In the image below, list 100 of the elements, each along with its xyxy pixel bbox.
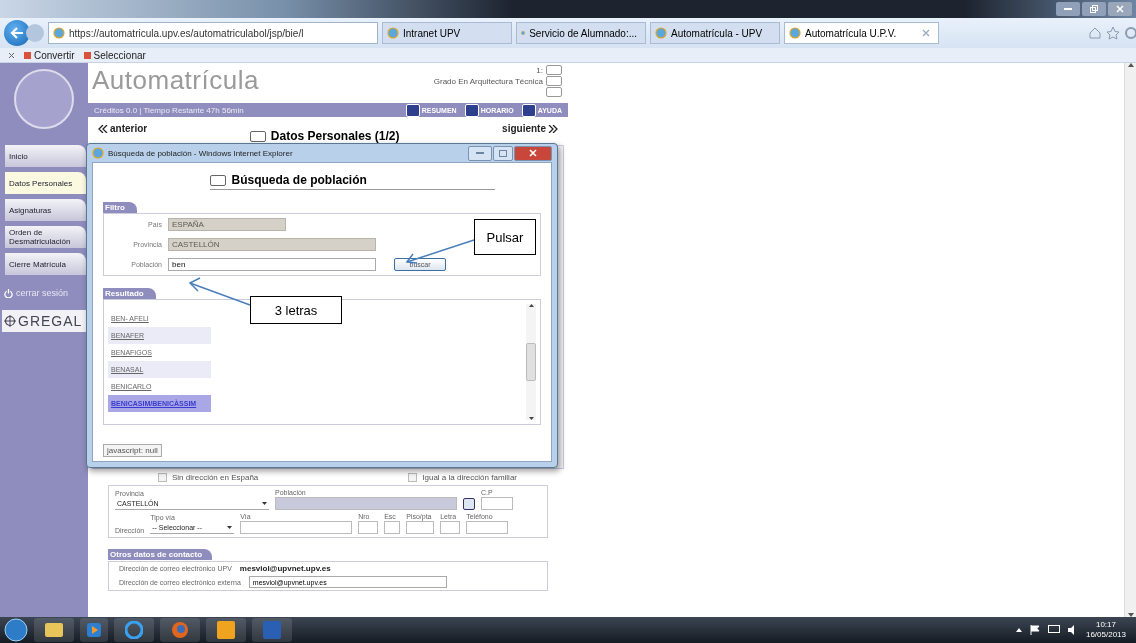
chevron-icon	[548, 124, 558, 133]
globe-icon	[655, 27, 667, 39]
settings-icon[interactable]	[1124, 26, 1136, 40]
scroll-up-icon[interactable]	[528, 304, 534, 307]
input-field[interactable]	[384, 521, 401, 534]
flag-icon[interactable]	[1029, 625, 1040, 635]
play-icon	[87, 623, 101, 637]
toolbar-button[interactable]: Seleccionar	[82, 49, 146, 61]
title-icon	[249, 130, 266, 142]
browser-tab[interactable]: Automatrícula U.P.V.	[784, 22, 939, 44]
sidebar-item[interactable]: Asignaturas	[5, 199, 86, 221]
next-link[interactable]: siguiente	[502, 123, 558, 134]
maximize-icon	[499, 149, 507, 157]
sidebar-item[interactable]: Cierre Matrícula	[5, 253, 86, 275]
degree-label: 1:	[536, 65, 543, 75]
caret-icon	[227, 526, 233, 529]
close-icon	[529, 149, 537, 157]
browser-tab[interactable]: Intranet UPV	[382, 22, 512, 44]
popup-title: Búsqueda de población - Windows Internet Explorer	[108, 148, 293, 158]
close-button[interactable]	[514, 145, 552, 161]
option-checkbox[interactable]: Igual a la dirección familiar	[408, 473, 517, 482]
logo-text: GREGAL	[18, 313, 83, 329]
compass-icon	[4, 315, 16, 327]
input-field[interactable]	[406, 521, 435, 534]
email-value: mesviol@upvnet.upv.es	[239, 564, 331, 573]
globe-icon	[171, 621, 189, 639]
input-field[interactable]	[466, 521, 509, 534]
sidebar-item[interactable]: Inicio	[5, 145, 86, 167]
back-button[interactable]	[4, 20, 30, 46]
chevron-icon	[98, 124, 108, 133]
taskbar-document-button[interactable]	[252, 618, 292, 642]
callout-label: 3 letras	[250, 296, 342, 324]
degree-label: Grado En Arquitectura Técnica	[433, 76, 543, 86]
browser-icon	[125, 621, 143, 639]
taskbar-player-button[interactable]	[80, 618, 108, 642]
browser-tab[interactable]: Servicio de Alumnado:...	[516, 22, 646, 44]
home-icon[interactable]	[1088, 26, 1102, 40]
address-bar[interactable]: https://automatricula.upv.es/automatriculabol/jsp/bie/l	[48, 22, 378, 44]
network-icon[interactable]	[1047, 625, 1060, 635]
star-icon[interactable]	[1106, 26, 1120, 40]
option-checkbox[interactable]: Sin dirección en España	[158, 473, 259, 482]
minimize-button[interactable]	[1056, 2, 1080, 16]
town-field[interactable]	[275, 497, 457, 510]
minimize-icon	[1064, 8, 1072, 10]
checkbox[interactable]	[408, 473, 418, 482]
scrollbar[interactable]	[1124, 63, 1136, 617]
close-icon	[1116, 5, 1124, 13]
close-icon[interactable]	[8, 51, 15, 59]
restore-icon	[1090, 5, 1098, 13]
taskbar-browser-button[interactable]	[114, 618, 154, 642]
title-icon	[209, 174, 226, 186]
toolbar-button[interactable]: Convertir	[23, 49, 75, 61]
mail-app-icon	[217, 621, 235, 639]
scrollbar[interactable]	[526, 304, 536, 420]
sidebar-item[interactable]: Datos Personales	[5, 172, 86, 194]
globe-icon	[92, 147, 104, 159]
back-arrow-icon	[10, 27, 24, 39]
callout-label: Pulsar	[474, 219, 536, 255]
globe-icon	[53, 27, 65, 39]
forward-button[interactable]	[26, 24, 44, 42]
globe-icon	[387, 27, 399, 39]
degree-checkbox[interactable]	[546, 87, 562, 97]
minimize-icon	[476, 152, 484, 154]
folder-icon	[45, 623, 63, 637]
minimize-button[interactable]	[468, 145, 492, 161]
checkbox[interactable]	[158, 473, 167, 482]
browser-tab[interactable]: Automatrícula - UPV	[650, 22, 780, 44]
home-button[interactable]	[463, 498, 475, 510]
postcode-field[interactable]	[481, 497, 513, 510]
clock[interactable]: 10:17 16/05/2013	[1085, 620, 1126, 640]
taskbar-mail-button[interactable]	[206, 618, 246, 642]
taskbar-folder-button[interactable]	[34, 618, 74, 642]
input-field[interactable]	[358, 521, 379, 534]
close-button[interactable]	[1108, 2, 1132, 16]
tray-caret-icon[interactable]	[1015, 628, 1022, 632]
dialog-heading: Búsqueda de población	[231, 173, 367, 187]
callout-arrow	[188, 277, 251, 306]
status-text: javascript: null	[103, 444, 162, 457]
restore-button[interactable]	[1082, 2, 1106, 16]
credits-text: Créditos 0.0 | Tiempo Restante 47h 56min	[94, 105, 244, 115]
close-tab-icon[interactable]	[922, 29, 930, 37]
start-orb-icon[interactable]	[4, 618, 28, 642]
previous-link[interactable]: anterior	[98, 123, 148, 134]
input-field[interactable]	[240, 521, 353, 534]
input-field[interactable]	[440, 521, 461, 534]
degree-checkbox[interactable]	[546, 76, 562, 86]
scroll-thumb[interactable]	[526, 343, 536, 381]
sidebar-item[interactable]: Orden de Desmatriculación	[5, 226, 86, 248]
maximize-button[interactable]	[493, 145, 513, 161]
page-title: Datos Personales (1/2)	[270, 129, 400, 143]
degree-checkbox[interactable]	[546, 65, 562, 75]
input-field[interactable]: ben	[168, 258, 376, 271]
callout-arrow	[405, 239, 475, 264]
caret-icon	[262, 502, 267, 505]
scroll-down-icon[interactable]	[528, 417, 534, 420]
taskbar-browser-button[interactable]	[160, 618, 200, 642]
globe-icon	[789, 27, 801, 39]
app-title: Automatrícula	[92, 65, 259, 97]
power-icon	[4, 288, 13, 298]
seal-emblem	[14, 69, 74, 129]
